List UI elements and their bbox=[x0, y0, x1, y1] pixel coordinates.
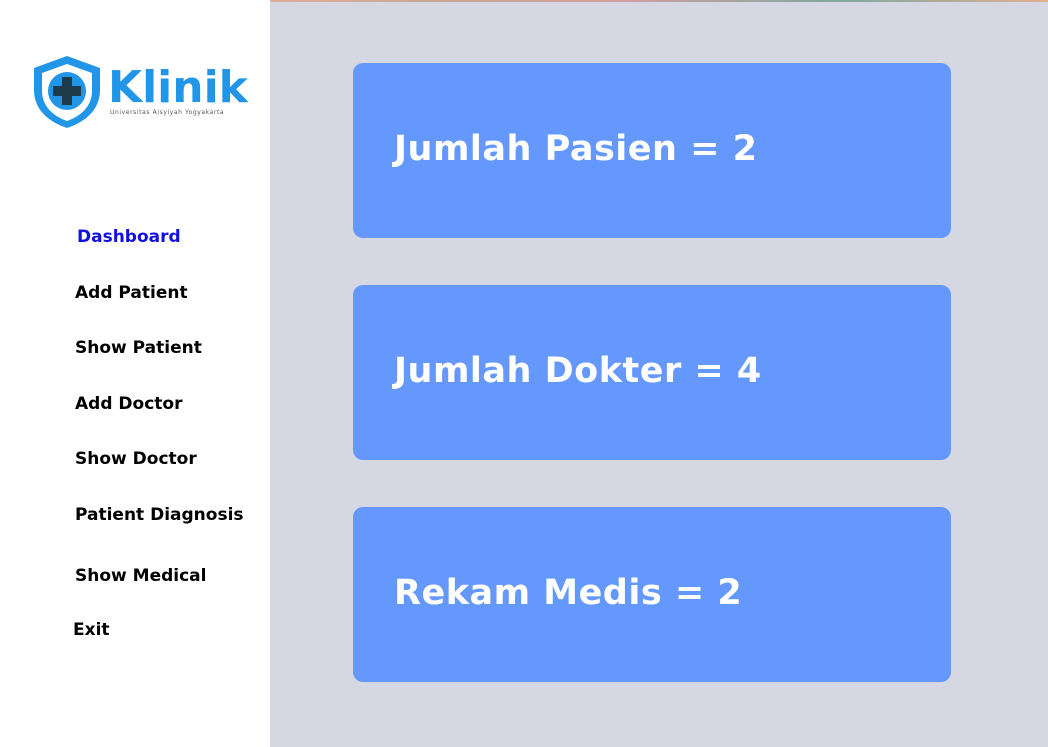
stat-patients-text: Jumlah Pasien = 2 bbox=[394, 129, 758, 169]
nav-add-patient[interactable]: Add Patient bbox=[75, 283, 188, 303]
logo-tagline: Universitas Aisyiyah Yogyakarta bbox=[110, 109, 225, 116]
clinic-logo: Klinik Universitas Aisyiyah Yogyakarta bbox=[30, 54, 248, 134]
stat-medical-records-text: Rekam Medis = 2 bbox=[394, 573, 743, 613]
nav-add-doctor[interactable]: Add Doctor bbox=[75, 394, 182, 414]
stat-card-doctors: Jumlah Dokter = 4 bbox=[353, 285, 951, 460]
nav-show-medical[interactable]: Show Medical bbox=[75, 566, 206, 586]
stat-card-patients: Jumlah Pasien = 2 bbox=[353, 63, 951, 238]
sidebar: Klinik Universitas Aisyiyah Yogyakarta D… bbox=[0, 0, 270, 747]
nav-show-patient[interactable]: Show Patient bbox=[75, 338, 202, 358]
stat-card-medical-records: Rekam Medis = 2 bbox=[353, 507, 951, 682]
shield-cross-icon bbox=[34, 56, 100, 128]
nav-exit[interactable]: Exit bbox=[73, 620, 110, 640]
logo-wordmark: Klinik bbox=[108, 62, 248, 113]
stat-doctors-text: Jumlah Dokter = 4 bbox=[394, 351, 762, 391]
nav-patient-diagnosis[interactable]: Patient Diagnosis bbox=[75, 505, 244, 525]
dashboard-main: Jumlah Pasien = 2 Jumlah Dokter = 4 Reka… bbox=[270, 2, 1048, 747]
nav-show-doctor[interactable]: Show Doctor bbox=[75, 449, 197, 469]
nav-dashboard[interactable]: Dashboard bbox=[77, 227, 181, 247]
